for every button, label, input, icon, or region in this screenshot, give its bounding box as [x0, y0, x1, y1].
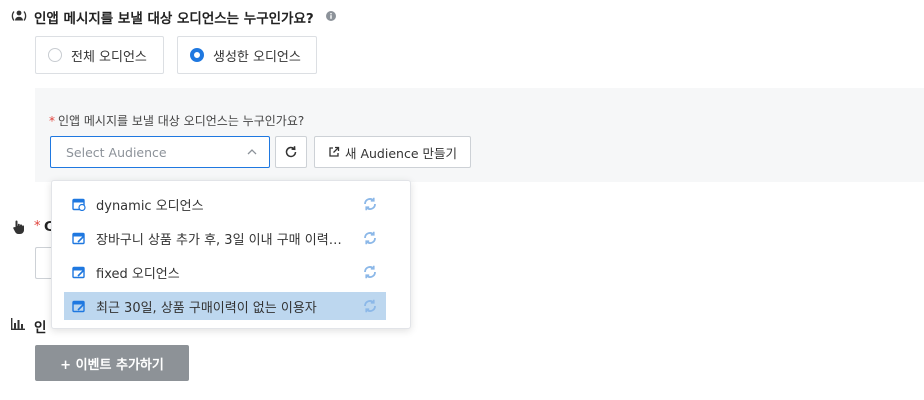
- radio-label-created: 생성한 오디언스: [213, 49, 301, 65]
- sync-icon: [362, 196, 378, 212]
- radio-circle-selected: [190, 48, 204, 62]
- audience-person-icon: [11, 8, 27, 24]
- dropdown-option-label: fixed 오디언스: [96, 266, 180, 282]
- audience-select[interactable]: Select Audience: [50, 136, 270, 168]
- calendar-refresh-icon: [72, 197, 86, 211]
- calendar-edit-icon: [72, 231, 86, 245]
- section-title-audience: 인앱 메시지를 보낼 대상 오디언스는 누구인가요?: [34, 11, 314, 27]
- dropdown-option-no-purchase-30d[interactable]: 최근 30일, 상품 구매이력이 없는 이용자: [64, 292, 386, 320]
- refresh-icon: [284, 145, 298, 159]
- external-link-icon: [328, 146, 340, 158]
- dropdown-option-cart-no-purchase[interactable]: 장바구니 상품 추가 후, 3일 이내 구매 이력이 없는 이용자: [64, 224, 386, 252]
- radio-option-all-audience[interactable]: 전체 오디언스: [35, 36, 164, 74]
- calendar-edit-icon: [72, 265, 86, 279]
- dropdown-option-label: dynamic 오디언스: [96, 198, 204, 214]
- section2-required-mark: *: [34, 219, 41, 234]
- refresh-button[interactable]: [275, 136, 307, 168]
- sync-icon: [362, 298, 378, 314]
- required-mark: *: [49, 114, 55, 128]
- audience-field-label-text: 인앱 메시지를 보낼 대상 오디언스는 누구인가요?: [58, 114, 305, 128]
- section3-title-partial: 인: [34, 320, 47, 336]
- sync-icon: [362, 264, 378, 280]
- pointer-hand-icon: [11, 219, 25, 235]
- dropdown-option-label: 최근 30일, 상품 구매이력이 없는 이용자: [96, 300, 317, 316]
- radio-circle: [48, 48, 62, 62]
- audience-select-placeholder: Select Audience: [66, 144, 167, 160]
- audience-dropdown: dynamic 오디언스 장바구니 상품 추가 후, 3일 이내 구매 이력이 …: [51, 180, 411, 329]
- add-event-button[interactable]: + 이벤트 추가하기: [35, 345, 189, 381]
- info-circle-icon[interactable]: [326, 11, 336, 21]
- new-audience-button[interactable]: 새 Audience 만들기: [314, 136, 471, 168]
- chevron-up-icon: [247, 148, 257, 156]
- radio-label-all: 전체 오디언스: [71, 49, 147, 65]
- bar-chart-icon: [11, 318, 25, 330]
- calendar-edit-icon: [72, 299, 86, 313]
- new-audience-label: 새 Audience 만들기: [344, 145, 457, 161]
- dropdown-option-dynamic[interactable]: dynamic 오디언스: [64, 190, 386, 218]
- audience-field-label: * 인앱 메시지를 보낼 대상 오디언스는 누구인가요?: [49, 112, 304, 129]
- dropdown-option-fixed[interactable]: fixed 오디언스: [64, 258, 386, 286]
- radio-option-created-audience[interactable]: 생성한 오디언스: [177, 36, 317, 74]
- sync-icon: [362, 230, 378, 246]
- dropdown-option-label: 장바구니 상품 추가 후, 3일 이내 구매 이력이 없는 이용자: [96, 232, 351, 248]
